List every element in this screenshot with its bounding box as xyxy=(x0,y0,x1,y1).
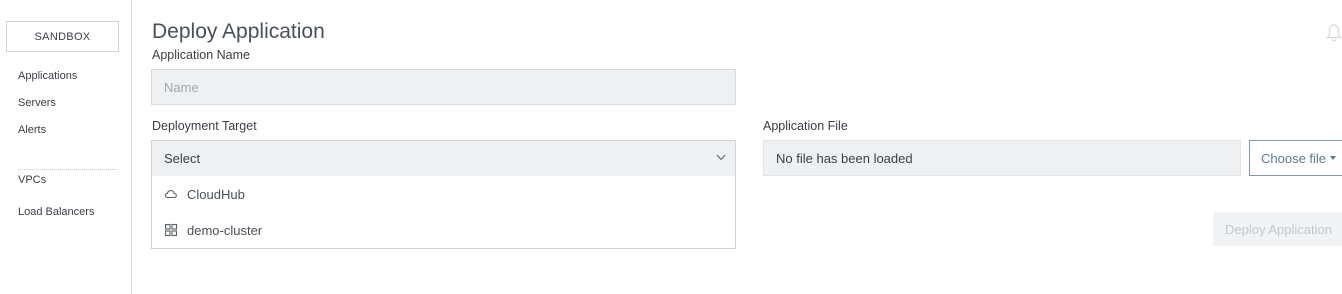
app-file-label: Application File xyxy=(763,119,848,133)
option-label: demo-cluster xyxy=(187,222,263,238)
option-cloudhub[interactable]: CloudHub xyxy=(152,176,735,212)
file-status-field: No file has been loaded xyxy=(763,140,1241,176)
app-name-label: Application Name xyxy=(152,48,250,62)
sidebar-item-applications[interactable]: Applications xyxy=(18,70,77,82)
chevron-down-icon xyxy=(716,154,726,161)
option-label: CloudHub xyxy=(187,186,245,202)
deployment-target-dropdown: Select CloudHub demo-cluster xyxy=(151,140,736,249)
option-demo-cluster[interactable]: demo-cluster xyxy=(152,212,735,248)
sidebar-item-alerts[interactable]: Alerts xyxy=(18,124,46,136)
sidebar: SANDBOX Applications Servers Alerts VPCs… xyxy=(0,0,132,294)
page-title: Deploy Application xyxy=(152,20,325,43)
bell-icon[interactable] xyxy=(1326,23,1342,43)
sidebar-item-vpcs[interactable]: VPCs xyxy=(18,174,46,186)
sidebar-divider xyxy=(18,169,117,170)
deploy-application-button[interactable]: Deploy Application xyxy=(1213,212,1342,246)
app-name-input[interactable] xyxy=(151,69,736,105)
choose-file-button[interactable]: Choose file xyxy=(1249,140,1342,176)
sidebar-item-servers[interactable]: Servers xyxy=(18,97,56,109)
file-status-text: No file has been loaded xyxy=(776,150,913,166)
deployment-target-select[interactable]: Select xyxy=(152,141,735,176)
deployment-target-label: Deployment Target xyxy=(152,119,257,133)
deployment-target-selected-value: Select xyxy=(164,151,201,166)
cloud-icon xyxy=(164,187,178,201)
environment-button[interactable]: SANDBOX xyxy=(6,21,119,52)
caret-down-icon xyxy=(1330,156,1337,160)
cluster-icon xyxy=(164,223,178,237)
choose-file-label: Choose file xyxy=(1261,150,1327,166)
sidebar-item-load-balancers[interactable]: Load Balancers xyxy=(18,206,94,218)
deploy-button-label: Deploy Application xyxy=(1225,221,1332,237)
